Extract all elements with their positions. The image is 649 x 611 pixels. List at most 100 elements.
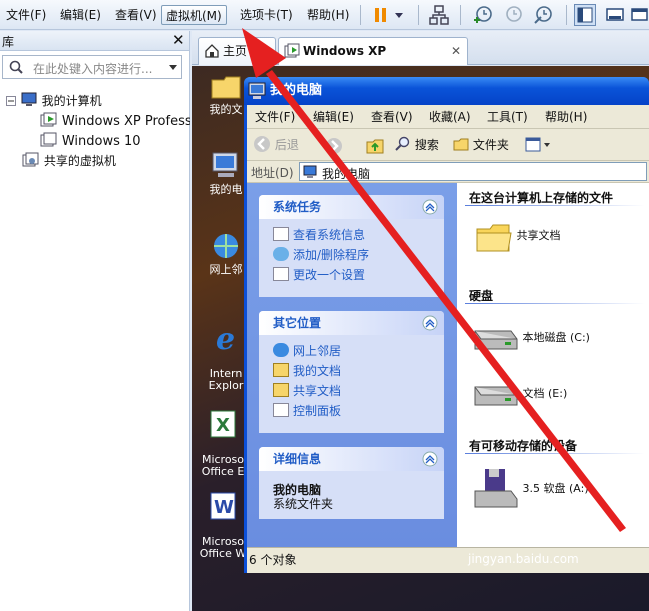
tab-windows-xp[interactable]: Windows XP Professional ✕ [278,37,468,84]
folder-icon [273,363,289,377]
menu-vm[interactable]: 虚拟机(M) [161,5,227,25]
back-arrow-icon [254,136,270,152]
network-places-icon [214,234,238,258]
xp-task-pane: 系统任务 查看系统信息 添加/删除程序 更改一个设置 其它位置 网上邻居 我的文… [247,183,457,547]
task-add-remove-programs[interactable]: 添加/删除程序 [273,247,369,263]
status-text: 6 个对象 [249,553,297,567]
snapshot-manager-icon[interactable] [532,4,554,26]
panel-header[interactable]: 详细信息 [259,447,444,471]
chevron-down-icon[interactable] [168,64,178,72]
close-icon[interactable]: ✕ [172,31,185,49]
snapshot-take-icon[interactable] [472,4,494,26]
task-change-setting[interactable]: 更改一个设置 [273,267,365,283]
pause-dropdown-icon[interactable] [392,4,406,26]
xp-menu-favorites[interactable]: 收藏(A) [429,108,471,125]
panel-system-tasks: 系统任务 查看系统信息 添加/删除程序 更改一个设置 [259,195,444,297]
vm-icon [40,132,57,147]
settings-icon [273,267,289,281]
xp-content-pane: 在这台计算机上存储的文件 共享文档 硬盘 本地磁盘 (C:) 文档 (E:) 有… [457,183,649,547]
show-library-icon[interactable] [574,4,596,26]
item-shared-documents[interactable]: 共享文档 [475,219,561,253]
toolbar-separator [360,5,361,25]
tab-home-label: 主页 [223,44,248,58]
place-my-documents[interactable]: 我的文档 [273,363,341,379]
place-label: 控制面板 [293,404,342,418]
xp-menubar: 文件(F) 编辑(E) 查看(V) 收藏(A) 工具(T) 帮助(H) [247,105,649,129]
desktop-icon-label: 我的电 [209,183,243,196]
xp-title-bar[interactable]: 我的电脑 [244,77,649,105]
collapse-chevron-icon[interactable] [422,451,438,467]
fullscreen-icon[interactable] [604,4,626,26]
tree-item-shared-vms[interactable]: 共享的虚拟机 [22,151,116,171]
desktop-icon-label: Microso Office E [201,453,245,478]
group-divider [465,453,645,454]
item-disk-e[interactable]: 文档 (E:) [471,379,567,409]
tree-item-my-computer[interactable]: 我的计算机 [6,91,102,111]
item-floppy-a[interactable]: 3.5 软盘 (A:) [471,467,589,511]
task-label: 添加/删除程序 [293,248,370,262]
xp-menu-view[interactable]: 查看(V) [371,108,413,125]
xp-menu-file[interactable]: 文件(F) [255,108,295,125]
folder-up-icon[interactable] [365,135,385,155]
computer-icon [303,165,317,178]
xp-window-title: 我的电脑 [270,83,323,98]
place-shared-documents[interactable]: 共享文档 [273,383,341,399]
snapshot-revert-icon[interactable] [502,4,524,26]
menu-help[interactable]: 帮助(H) [303,5,353,25]
place-control-panel[interactable]: 控制面板 [273,403,341,419]
search-button[interactable]: 搜索 [395,136,439,153]
panel-header[interactable]: 其它位置 [259,311,444,335]
panel-title: 系统任务 [273,200,322,214]
tab-bar: 主页 Windows XP Professional ✕ [192,31,649,84]
collapse-chevron-icon[interactable] [422,199,438,215]
xp-menu-tools[interactable]: 工具(T) [487,108,528,125]
vm-running-icon [40,112,57,127]
panel-title: 详细信息 [273,452,322,466]
computer-icon [212,152,238,177]
views-icon [525,137,550,152]
menu-file[interactable]: 文件(F) [2,5,50,25]
forward-arrow-icon[interactable] [325,137,343,155]
library-search-input[interactable]: 在此处键入内容进行... [2,55,182,79]
address-input[interactable]: 我的电脑 [299,162,647,181]
home-icon [205,44,219,58]
place-network[interactable]: 网上邻居 [273,343,341,359]
desktop-icon-label: Microso Office W [199,535,247,560]
tab-home[interactable]: 主页 [198,37,276,65]
group-header-hard-disks: 硬盘 [469,289,494,303]
library-header: 库 ✕ [0,31,189,51]
group-header-stored-files: 在这台计算机上存储的文件 [469,191,614,205]
item-local-disk-c[interactable]: 本地磁盘 (C:) [471,323,590,353]
svg-text:W: W [214,497,234,518]
menu-view[interactable]: 查看(V) [111,5,161,25]
group-header-removable: 有可移动存储的设备 [469,439,578,453]
folders-button[interactable]: 文件夹 [453,136,509,153]
unity-icon[interactable] [630,4,649,26]
item-label: 3.5 软盘 (A:) [522,482,589,495]
tree-item-windows-xp[interactable]: Windows XP Profess [40,111,190,131]
excel-icon: X [210,410,236,438]
task-label: 查看系统信息 [293,228,366,242]
tree-item-label: 共享的虚拟机 [43,154,116,168]
menu-edit[interactable]: 编辑(E) [56,5,105,25]
vm-running-icon [284,43,300,58]
menu-tabs[interactable]: 选项卡(T) [236,5,297,25]
system-info-icon [273,227,289,241]
task-view-system-info[interactable]: 查看系统信息 [273,227,365,243]
tree-item-label: 我的计算机 [41,94,102,108]
search-icon [9,60,23,74]
pause-icon[interactable] [370,4,392,26]
xp-menu-edit[interactable]: 编辑(E) [313,108,354,125]
network-icon[interactable] [428,4,450,26]
folder-icon [476,224,512,252]
item-label: 共享文档 [516,229,561,242]
tree-item-windows-10[interactable]: Windows 10 [40,131,141,151]
close-tab-icon[interactable]: ✕ [451,38,461,64]
floppy-drive-icon [474,469,518,508]
back-button[interactable]: 后退 [253,135,299,153]
panel-header[interactable]: 系统任务 [259,195,444,219]
collapse-icon[interactable] [6,96,16,106]
collapse-chevron-icon[interactable] [422,315,438,331]
xp-menu-help[interactable]: 帮助(H) [545,108,587,125]
views-button[interactable] [525,137,551,156]
